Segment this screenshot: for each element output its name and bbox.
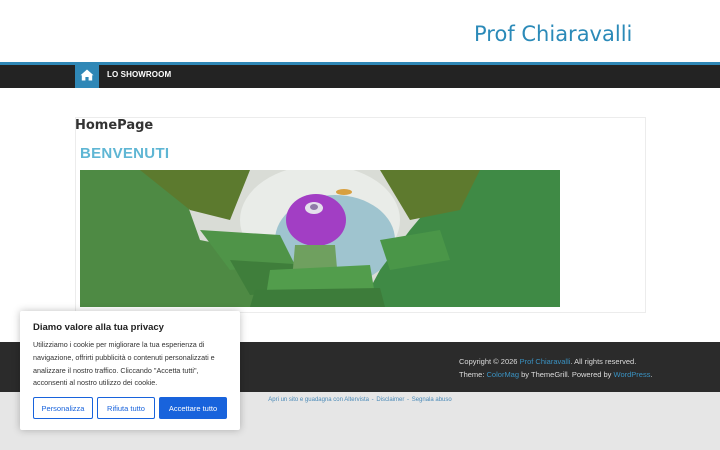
home-icon <box>80 69 94 81</box>
report-abuse-link[interactable]: Segnala abuso <box>412 397 452 403</box>
customize-button[interactable]: Personalizza <box>33 397 93 419</box>
cookie-consent-banner: Diamo valore alla tua privacy Utilizziam… <box>20 311 240 430</box>
theme-prefix: Theme: <box>459 370 487 379</box>
theme-line: Theme: ColorMag by ThemeGrill. Powered b… <box>459 368 653 381</box>
cookie-text: Utilizziamo i cookie per migliorare la t… <box>33 340 215 388</box>
theme-link[interactable]: ColorMag <box>487 370 520 379</box>
site-title-link[interactable]: Prof Chiaravalli <box>474 22 632 46</box>
reject-all-button[interactable]: Rifiuta tutto <box>97 397 155 419</box>
home-button[interactable] <box>75 62 99 88</box>
separator: - <box>369 397 376 403</box>
theme-middle: by ThemeGrill. Powered by <box>519 370 614 379</box>
copyright-suffix: . All rights reserved. <box>570 357 637 366</box>
theme-suffix: . <box>650 370 653 379</box>
nav-item-lo-showroom[interactable]: LO SHOWROOM <box>107 70 171 79</box>
page: Prof Chiaravalli LO SHOWROOM HomePage BE… <box>0 0 720 450</box>
accept-all-button[interactable]: Accettare tutto <box>159 397 227 419</box>
footer-site-link[interactable]: Prof Chiaravalli <box>520 357 571 366</box>
hero-image <box>80 170 560 307</box>
copyright-line: Copyright © 2026 Prof Chiaravalli. All r… <box>459 355 653 368</box>
site-header: Prof Chiaravalli <box>0 0 720 62</box>
welcome-heading: BENVENUTI <box>80 145 170 162</box>
wordpress-link[interactable]: WordPress <box>614 370 651 379</box>
main-navigation: LO SHOWROOM <box>0 62 720 88</box>
page-title: HomePage <box>75 118 154 133</box>
cookie-title: Diamo valore alla tua privacy <box>33 322 164 333</box>
disclaimer-link[interactable]: Disclaimer <box>376 397 404 403</box>
separator: - <box>405 397 411 403</box>
altervista-link[interactable]: Apri un sito e guadagna con Altervista <box>268 397 369 403</box>
hero-illustration <box>80 170 560 307</box>
copyright-prefix: Copyright © 2026 <box>459 357 520 366</box>
footer-copyright: Copyright © 2026 Prof Chiaravalli. All r… <box>459 355 653 381</box>
